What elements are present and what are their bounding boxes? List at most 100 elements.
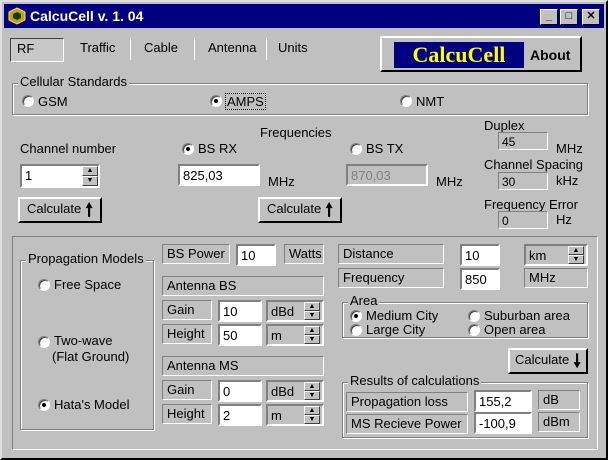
power-unit: dBm xyxy=(538,412,580,432)
duplex-unit: MHz xyxy=(556,141,583,156)
frequencies-title: Frequencies xyxy=(260,125,332,140)
tab-rf[interactable]: RF xyxy=(10,38,64,62)
bs-tx-unit: MHz xyxy=(436,174,463,189)
freq-error-value: 0 xyxy=(498,211,548,229)
large-city-radio[interactable] xyxy=(350,324,362,336)
maximize-button[interactable]: □ xyxy=(560,9,578,25)
window-title: CalcuCell v. 1. 04 xyxy=(30,8,144,24)
spacing-label: Channel Spacing xyxy=(484,157,584,172)
about-panel[interactable]: CalcuCell About xyxy=(380,36,582,72)
tab-divider xyxy=(266,38,267,60)
tab-divider xyxy=(194,38,195,60)
spin-down-icon[interactable]: ▼ xyxy=(304,391,320,400)
close-button[interactable]: ✕ xyxy=(582,9,600,25)
ms-gain-unit-spinner[interactable]: ▲ ▼ xyxy=(304,382,320,400)
spin-down-icon[interactable]: ▼ xyxy=(568,255,584,264)
bs-rx-unit: MHz xyxy=(268,174,295,189)
bs-height-unit-spinner[interactable]: ▲ ▼ xyxy=(304,326,320,344)
two-wave-sublabel: (Flat Ground) xyxy=(52,349,130,364)
amps-radio[interactable] xyxy=(210,95,222,107)
propagation-models-title: Propagation Models xyxy=(26,251,146,266)
cellular-standards-title: Cellular Standards xyxy=(18,74,129,89)
bs-tx-label: BS TX xyxy=(366,141,404,156)
two-wave-radio[interactable] xyxy=(38,336,50,348)
suburban-label: Suburban area xyxy=(484,308,571,323)
bs-gain-label: Gain xyxy=(162,300,212,320)
about-button[interactable]: About xyxy=(530,47,570,63)
two-wave-label: Two-wave xyxy=(54,333,113,348)
duplex-label: Duplex xyxy=(484,118,525,133)
spin-down-icon[interactable]: ▼ xyxy=(304,415,320,424)
freq-error-label: Frequency Error xyxy=(484,197,578,212)
distance-input[interactable]: 10 xyxy=(460,244,500,266)
spin-down-icon[interactable]: ▼ xyxy=(304,335,320,344)
ms-gain-label: Gain xyxy=(162,380,212,400)
spin-up-icon[interactable]: ▲ xyxy=(304,326,320,335)
spin-down-icon[interactable]: ▼ xyxy=(304,311,320,320)
title-bar[interactable]: CalcuCell v. 1. 04 _ □ ✕ xyxy=(4,4,604,28)
calculate-channel-button[interactable]: Calculate 🠕 xyxy=(18,197,102,223)
large-city-label: Large City xyxy=(366,322,426,337)
frequency-input[interactable]: 850 xyxy=(460,268,500,290)
nmt-label: NMT xyxy=(416,94,445,109)
medium-city-radio[interactable] xyxy=(350,310,362,322)
main-window: CalcuCell v. 1. 04 _ □ ✕ RF Traffic Cabl… xyxy=(0,0,608,460)
bs-power-input[interactable]: 10 xyxy=(236,244,276,266)
distance-unit-spinner[interactable]: ▲ ▼ xyxy=(568,246,584,264)
app-icon xyxy=(8,7,26,25)
bs-rx-input[interactable]: 825,03 xyxy=(178,164,260,186)
spin-down-icon[interactable]: ▼ xyxy=(82,176,98,186)
tab-cable[interactable]: Cable xyxy=(138,38,184,57)
distance-label: Distance xyxy=(338,244,444,264)
ms-height-input[interactable]: 2 xyxy=(218,404,262,426)
tab-traffic[interactable]: Traffic xyxy=(74,38,121,57)
spin-up-icon[interactable]: ▲ xyxy=(304,302,320,311)
antenna-ms-title: Antenna MS xyxy=(162,356,324,376)
results-title: Results of calculations xyxy=(348,373,482,388)
bs-power-unit: Watts xyxy=(284,244,324,264)
close-icon: ✕ xyxy=(586,10,596,22)
tab-antenna[interactable]: Antenna xyxy=(202,38,262,57)
hata-radio[interactable] xyxy=(38,399,50,411)
medium-city-label: Medium City xyxy=(366,308,439,323)
open-area-label: Open area xyxy=(484,322,546,337)
gsm-label: GSM xyxy=(38,94,68,109)
channel-spinner[interactable]: ▲ ▼ xyxy=(82,166,98,186)
arrow-up-icon: 🠕 xyxy=(85,199,93,220)
bs-rx-radio[interactable] xyxy=(182,143,194,155)
ms-gain-input[interactable]: 0 xyxy=(218,380,262,402)
ms-height-unit-spinner[interactable]: ▲ ▼ xyxy=(304,406,320,424)
minimize-button[interactable]: _ xyxy=(540,9,558,25)
calculate-propagation-button[interactable]: Calculate 🠗 xyxy=(508,348,588,374)
tab-divider xyxy=(130,38,131,60)
power-value: -100,9 xyxy=(474,412,532,434)
minimize-icon: _ xyxy=(545,10,553,22)
maximize-icon: □ xyxy=(565,10,573,22)
nmt-radio[interactable] xyxy=(400,95,412,107)
calculate-frequency-button[interactable]: Calculate 🠕 xyxy=(258,197,342,223)
ms-height-label: Height xyxy=(162,404,212,424)
spin-up-icon[interactable]: ▲ xyxy=(568,246,584,255)
area-title: Area xyxy=(348,293,380,308)
spin-up-icon[interactable]: ▲ xyxy=(304,406,320,415)
suburban-radio[interactable] xyxy=(468,310,480,322)
spin-up-icon[interactable]: ▲ xyxy=(82,166,98,176)
bs-height-input[interactable]: 50 xyxy=(218,324,262,346)
arrow-down-icon: 🠗 xyxy=(573,350,581,371)
free-space-label: Free Space xyxy=(54,277,122,292)
logo: CalcuCell xyxy=(394,42,524,68)
frequency-label: Frequency xyxy=(338,268,444,288)
bs-tx-input[interactable]: 870,03 xyxy=(346,164,428,186)
loss-value: 155,2 xyxy=(474,390,532,412)
open-area-radio[interactable] xyxy=(468,324,480,336)
power-label: MS Recieve Power xyxy=(346,414,468,434)
free-space-radio[interactable] xyxy=(38,279,50,291)
bs-tx-radio[interactable] xyxy=(350,143,362,155)
bs-gain-input[interactable]: 10 xyxy=(218,300,262,322)
bs-gain-unit-spinner[interactable]: ▲ ▼ xyxy=(304,302,320,320)
tab-units[interactable]: Units xyxy=(272,38,314,57)
duplex-value: 45 xyxy=(498,132,548,150)
spacing-unit: kHz xyxy=(556,173,579,188)
gsm-radio[interactable] xyxy=(22,95,34,107)
spin-up-icon[interactable]: ▲ xyxy=(304,382,320,391)
